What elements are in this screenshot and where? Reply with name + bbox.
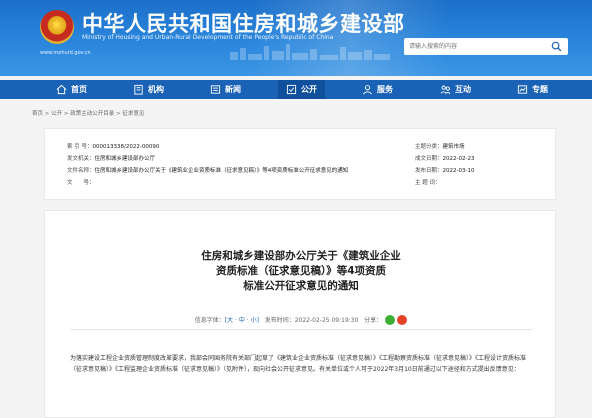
search-box	[404, 38, 568, 55]
interact-icon	[440, 85, 451, 94]
document-meta-panel: 索 引 号：000013338/2022-00090 发文机关：住房和城乡建设部…	[44, 128, 556, 200]
topic-icon	[517, 85, 528, 94]
meta-category: 主题分类：建筑市场	[415, 144, 465, 150]
nav-item-org[interactable]: 机构	[133, 80, 164, 99]
site-subtitle: Ministry of Housing and Urban-Rural Deve…	[82, 34, 334, 41]
weibo-share-icon[interactable]	[397, 314, 408, 325]
meta-org: 发文机关：住房和城乡建设部办公厅	[67, 156, 156, 162]
nav-item-news[interactable]: 新闻	[210, 80, 241, 99]
nav-label-interact: 互动	[455, 85, 471, 94]
nav-label-open: 公开	[301, 85, 317, 94]
publish-time: 2022-02-25 09:19:30	[294, 317, 359, 324]
search-icon[interactable]	[551, 41, 562, 52]
home-icon	[56, 84, 67, 95]
meta-index: 索 引 号：000013338/2022-00090	[67, 144, 160, 150]
meta-title: 文件名称：住房和城乡建设部办公厅关于《建筑业企业资质标准（征求意见稿）》等4项资…	[67, 168, 349, 174]
publish-time-label: 发布时间：	[264, 317, 295, 324]
nav-label-org: 机构	[148, 85, 164, 94]
font-size-label: 信息字体：	[194, 317, 225, 324]
share-label: 分享：	[364, 317, 383, 324]
nav-label-service: 服务	[377, 85, 393, 94]
nav-label-news: 新闻	[225, 85, 241, 94]
meta-publish-date: 发布日期：2022-03-10	[415, 168, 475, 174]
breadcrumb[interactable]: 首页 > 公开 > 政策主动公开目录 > 征求意见	[32, 109, 144, 117]
meta-docno: 文 号：	[67, 180, 95, 186]
national-emblem-icon[interactable]: ★	[40, 10, 74, 44]
meta-topic: 主 题 词：	[415, 180, 441, 186]
skyline-decoration	[230, 44, 390, 60]
nav-item-open[interactable]: 公开	[278, 80, 325, 99]
article-title: 住房和城乡建设部办公厅关于《建筑业企业 资质标准（征求意见稿）》等4项资质 标准…	[201, 250, 401, 292]
search-input[interactable]	[409, 40, 539, 53]
font-size-switch[interactable]: [大 · 中 · 小]	[225, 317, 259, 324]
nav-label-topic: 专题	[532, 85, 548, 94]
nav-item-topic[interactable]: 专题	[517, 80, 548, 99]
service-icon	[363, 85, 372, 95]
building-icon	[134, 84, 143, 95]
nav-item-service[interactable]: 服务	[362, 80, 393, 99]
article: 住房和城乡建设部办公厅关于《建筑业企业 资质标准（征求意见稿）》等4项资质 标准…	[44, 210, 556, 418]
news-icon	[210, 85, 221, 94]
main-nav: 首页 机构 新闻 公开 服务 互动 专题	[0, 80, 592, 99]
site-url: www.mohurd.gov.cn	[40, 50, 91, 56]
article-info: 信息字体：[大 · 中 · 小] 发布时间：2022-02-25 09:19:3…	[45, 314, 557, 326]
divider	[70, 329, 532, 330]
meta-date: 成文日期：2022-02-23	[415, 156, 475, 162]
wechat-share-icon[interactable]	[385, 314, 396, 325]
nav-item-home[interactable]: 首页	[56, 80, 87, 99]
site-header: ★ 中华人民共和国住房和城乡建设部 Ministry of Housing an…	[0, 0, 592, 76]
open-icon	[286, 84, 297, 95]
nav-item-interact[interactable]: 互动	[440, 80, 471, 99]
article-body: 为落实建设工程企业资质管理制度改革要求，我部会同国务院有关部门起草了《建筑业企业…	[70, 355, 527, 373]
nav-label-home: 首页	[71, 85, 87, 94]
